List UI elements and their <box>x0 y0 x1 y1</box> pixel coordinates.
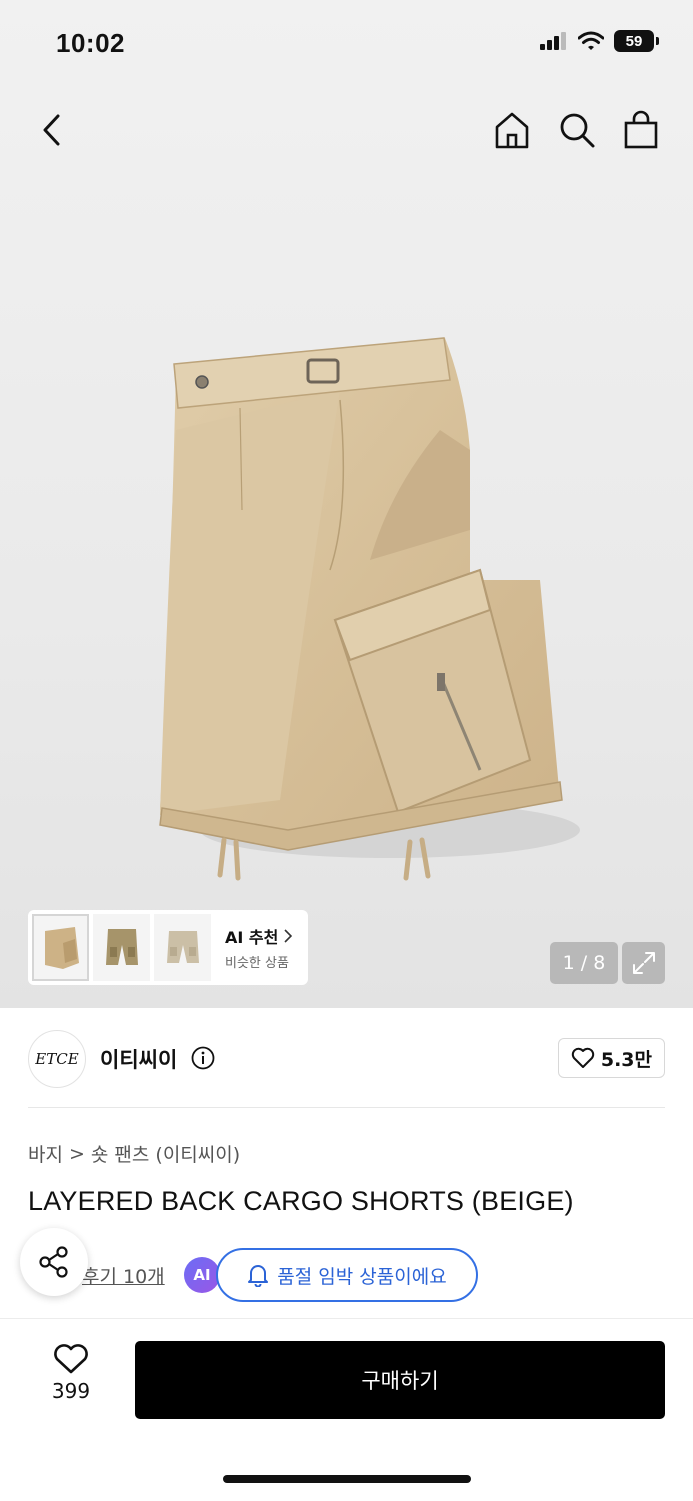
back-icon[interactable] <box>34 110 68 150</box>
ai-recommend-title: AI 추천 <box>225 928 279 947</box>
product-image[interactable] <box>140 330 580 890</box>
home-icon[interactable] <box>490 108 534 152</box>
share-icon <box>39 1246 68 1278</box>
similar-products-card[interactable]: AI 추천 비슷한 상품 <box>28 910 308 985</box>
buy-button[interactable]: 구매하기 <box>135 1341 665 1419</box>
ai-recommend[interactable]: AI 추천 비슷한 상품 <box>225 924 293 971</box>
wishlist-button[interactable]: 399 <box>36 1343 106 1403</box>
brand-like-button[interactable]: 5.3만 <box>557 1038 665 1078</box>
heart-icon <box>571 1047 595 1068</box>
search-icon[interactable] <box>555 108 599 152</box>
chevron-right-icon <box>284 929 293 943</box>
product-meta-row: 후기 10개 AI 품절 임박 상품이에요 <box>20 1228 680 1304</box>
status-icons: 59 <box>540 30 659 52</box>
divider <box>28 1107 665 1108</box>
soldout-notice[interactable]: 품절 임박 상품이에요 <box>216 1248 478 1302</box>
brand-row[interactable]: ETCE 이티씨이 5.3만 <box>28 1030 665 1088</box>
expand-icon[interactable] <box>622 942 665 984</box>
wishlist-count: 399 <box>51 1379 91 1403</box>
breadcrumb: 바지 > 숏 팬츠 (이티씨이) <box>28 1140 240 1167</box>
breadcrumb-separator: > <box>68 1142 85 1165</box>
soldout-notice-text: 품절 임박 상품이에요 <box>277 1265 447 1288</box>
signal-icon <box>540 32 566 50</box>
breadcrumb-category[interactable]: 바지 <box>28 1140 63 1167</box>
ai-badge[interactable]: AI <box>184 1257 220 1293</box>
bottom-action-bar: 399 구매하기 <box>0 1318 693 1501</box>
status-time: 10:02 <box>56 28 125 58</box>
share-button[interactable] <box>20 1228 88 1296</box>
battery-icon: 59 <box>614 30 654 52</box>
brand-like-count: 5.3만 <box>600 1048 652 1071</box>
review-link[interactable]: 후기 10개 <box>82 1262 165 1289</box>
info-icon[interactable] <box>191 1046 215 1074</box>
bell-icon <box>248 1265 269 1287</box>
breadcrumb-subcategory[interactable]: 숏 팬츠 (이티씨이) <box>91 1140 240 1167</box>
wifi-icon <box>578 31 604 50</box>
image-counter: 1 / 8 <box>550 942 618 984</box>
battery-tip <box>656 37 659 45</box>
status-bar: 10:02 59 <box>0 0 693 88</box>
heart-icon <box>54 1344 88 1374</box>
ai-recommend-subtitle: 비슷한 상품 <box>225 956 289 971</box>
brand-name[interactable]: 이티씨이 <box>100 1044 177 1074</box>
shopping-bag-icon[interactable] <box>619 108 663 152</box>
thumbnail-2[interactable] <box>93 914 150 981</box>
brand-logo[interactable]: ETCE <box>28 1030 86 1088</box>
product-gallery[interactable]: AI 추천 비슷한 상품 1 / 8 <box>0 0 693 1008</box>
thumbnail-1[interactable] <box>32 914 89 981</box>
home-indicator[interactable] <box>223 1475 471 1483</box>
product-title: LAYERED BACK CARGO SHORTS (BEIGE) <box>28 1186 574 1216</box>
thumbnail-3[interactable] <box>154 914 211 981</box>
